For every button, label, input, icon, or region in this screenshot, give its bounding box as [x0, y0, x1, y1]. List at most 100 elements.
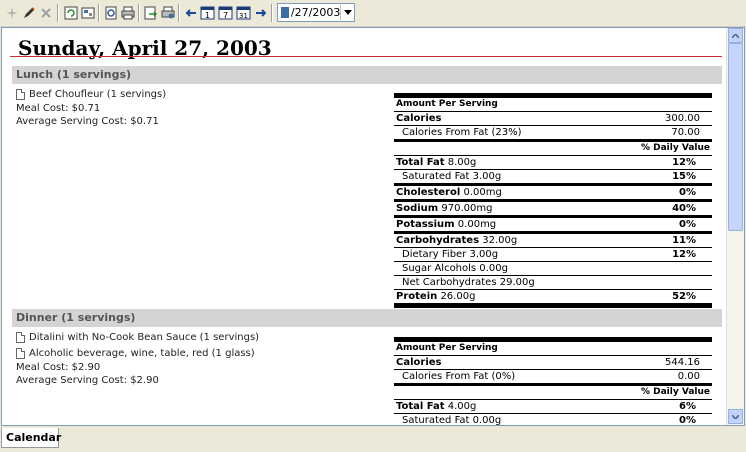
recipe-link[interactable]: Beef Choufleur (1 servings)	[29, 89, 166, 100]
calories-value: 544.16	[665, 357, 700, 368]
meal-header-lunch: Lunch (1 servings)	[12, 66, 722, 84]
tab-calendar[interactable]: Calendar	[1, 428, 61, 448]
protein-label: Protein	[396, 291, 438, 302]
calories-label: Calories	[396, 113, 442, 124]
meal-header-dinner: Dinner (1 servings)	[12, 309, 722, 327]
nutrition-row: Protein 26.00g 52%	[394, 290, 712, 308]
potassium-label: Potassium	[396, 219, 455, 230]
toolbar-separator	[138, 4, 140, 22]
nutrition-row: Sodium 970.00mg 40%	[394, 202, 712, 218]
nutrition-row: Net Carbohydrates 29.00g	[394, 276, 712, 290]
list-item[interactable]: Beef Choufleur (1 servings)	[16, 89, 166, 100]
new-star-icon[interactable]	[3, 4, 21, 22]
nutrition-row: % Daily Value	[394, 386, 712, 400]
edit-pencil-icon[interactable]	[20, 4, 38, 22]
dietary-fiber: Dietary Fiber 3.00g	[402, 249, 499, 260]
meal-cost: Meal Cost: $2.90	[16, 362, 101, 373]
calories-from-fat-value: 0.00	[677, 371, 700, 382]
carbohydrates-value: 32.00g	[482, 235, 518, 246]
toolbar-separator	[271, 4, 273, 22]
day-view-label: 1	[205, 11, 210, 20]
sodium-pct: 40%	[672, 203, 696, 214]
daily-value-header: % Daily Value	[640, 143, 710, 153]
nutrition-row: Carbohydrates 32.00g 11%	[394, 234, 712, 248]
net-carbohydrates: Net Carbohydrates 29.00g	[402, 277, 535, 288]
nutrition-row: Amount Per Serving	[394, 342, 712, 356]
nutrition-row: Calories From Fat (0%) 0.00	[394, 370, 712, 386]
carbohydrates-pct: 11%	[672, 235, 696, 246]
month-view-icon[interactable]: 31	[235, 4, 253, 22]
week-view-icon[interactable]: 7	[217, 4, 235, 22]
dietary-fiber-pct: 12%	[672, 249, 696, 260]
toolbar: 1 7 31 /27/2003	[0, 0, 746, 27]
nutrition-row: Cholesterol 0.00mg 0%	[394, 186, 712, 202]
nutrition-row: Total Fat 8.00g 12%	[394, 156, 712, 170]
calories-value: 300.00	[665, 113, 700, 124]
toolbar-separator	[98, 4, 100, 22]
saturated-fat-pct: 15%	[672, 171, 696, 182]
back-arrow-icon[interactable]	[182, 4, 200, 22]
calories-from-fat-value: 70.00	[671, 127, 700, 138]
nutrition-row: Potassium 0.00mg 0%	[394, 218, 712, 234]
report-frame: Sunday, April 27, 2003 Lunch (1 servings…	[1, 27, 745, 426]
print-icon[interactable]	[119, 4, 137, 22]
saturated-fat: Saturated Fat 3.00g	[402, 171, 502, 182]
day-view-icon[interactable]: 1	[199, 4, 217, 22]
protein-value: 26.00g	[440, 291, 476, 302]
amount-per-serving: Amount Per Serving	[396, 343, 498, 353]
week-view-label: 7	[223, 11, 228, 20]
calories-label: Calories	[396, 357, 442, 368]
date-picker-value[interactable]: /27/2003	[291, 6, 340, 19]
document-icon	[16, 89, 25, 100]
nutrition-row: Dietary Fiber 3.00g 12%	[394, 248, 712, 262]
export-icon[interactable]	[142, 4, 160, 22]
vertical-scrollbar[interactable]	[726, 28, 744, 425]
list-item[interactable]: Alcoholic beverage, wine, table, red (1 …	[16, 348, 255, 359]
refresh-icon[interactable]	[62, 4, 80, 22]
forward-arrow-icon[interactable]	[252, 4, 270, 22]
title-divider	[10, 56, 722, 57]
month-view-label: 31	[239, 12, 248, 20]
nutrition-facts-lunch: Amount Per Serving Calories 300.00 Calori…	[394, 93, 712, 308]
delete-x-icon[interactable]	[37, 4, 55, 22]
nutrition-row: Amount Per Serving	[394, 98, 712, 112]
document-icon	[16, 348, 25, 359]
total-fat-label: Total Fat	[396, 401, 445, 412]
scroll-down-button[interactable]	[728, 409, 743, 424]
amount-per-serving: Amount Per Serving	[396, 99, 498, 109]
list-item[interactable]: Ditalini with No-Cook Bean Sauce (1 serv…	[16, 332, 259, 343]
saturated-fat: Saturated Fat 0.00g	[402, 415, 502, 425]
total-fat-label: Total Fat	[396, 157, 445, 168]
sugar-alcohols: Sugar Alcohols 0.00g	[402, 263, 508, 274]
date-picker[interactable]: /27/2003	[277, 3, 355, 22]
nutrition-row: Saturated Fat 3.00g 15%	[394, 170, 712, 186]
scroll-thumb[interactable]	[728, 43, 743, 231]
total-fat-value: 8.00g	[447, 157, 477, 168]
recipe-link[interactable]: Ditalini with No-Cook Bean Sauce (1 serv…	[29, 332, 259, 343]
print-setup-icon[interactable]	[159, 4, 177, 22]
properties-icon[interactable]	[79, 4, 97, 22]
total-fat-value: 4.00g	[447, 401, 477, 412]
toolbar-separator	[178, 4, 180, 22]
calories-from-fat-label: Calories From Fat (0%)	[402, 371, 516, 382]
document-icon	[16, 332, 25, 343]
nutrition-row: Saturated Fat 0.00g 0%	[394, 414, 712, 425]
nutrition-row: Calories 300.00	[394, 112, 712, 126]
scroll-up-button[interactable]	[728, 28, 743, 43]
total-fat-pct: 12%	[672, 157, 696, 168]
cholesterol-label: Cholesterol	[396, 187, 461, 198]
nutrition-row: Total Fat 4.00g 6%	[394, 400, 712, 414]
report-content: Sunday, April 27, 2003 Lunch (1 servings…	[2, 28, 726, 425]
nutrition-row: Sugar Alcohols 0.00g	[394, 262, 712, 276]
protein-pct: 52%	[672, 291, 696, 302]
food-link[interactable]: Alcoholic beverage, wine, table, red (1 …	[29, 348, 255, 359]
sodium-label: Sodium	[396, 203, 439, 214]
total-fat-pct: 6%	[679, 401, 696, 412]
chevron-down-icon[interactable]	[340, 5, 354, 20]
print-preview-icon[interactable]	[102, 4, 120, 22]
saturated-fat-pct: 0%	[679, 415, 696, 425]
sodium-value: 970.00mg	[441, 203, 493, 214]
cholesterol-value: 0.00mg	[463, 187, 502, 198]
calories-from-fat-label: Calories From Fat (23%)	[402, 127, 522, 138]
nutrition-facts-dinner: Amount Per Serving Calories 544.16 Calori…	[394, 337, 712, 425]
